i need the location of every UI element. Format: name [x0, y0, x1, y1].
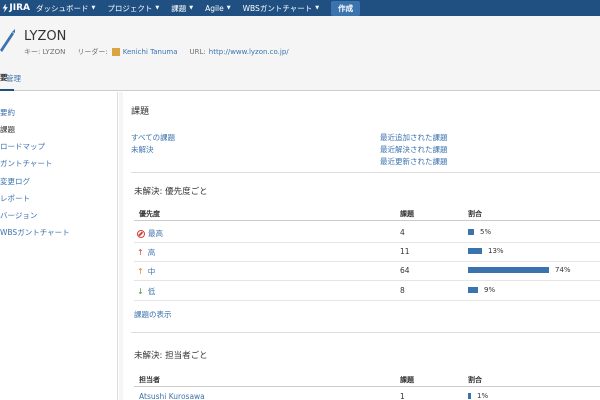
avatar [111, 48, 120, 56]
tab-admin[interactable]: 管理 [0, 66, 27, 91]
assignee-link[interactable]: Atsushi Kurosawa [139, 392, 205, 400]
assignee-count: 1 [400, 392, 405, 400]
nav-projects-label: プロジェクト [107, 3, 153, 13]
unresolved-link[interactable]: 未解決 [131, 144, 154, 155]
nav-dashboard-label: ダッシュボード [36, 3, 89, 13]
jira-logo[interactable]: JIRA [0, 3, 30, 13]
project-header: LYZON キー: LYZON リーダー: Kenichi Tanuma URL… [0, 16, 600, 66]
issues-count-header: 課題 [400, 376, 414, 384]
summary-panel: 課題 すべての課題 未解決 最近追加された課題 最近解決された課題 最近更新され… [123, 92, 600, 400]
project-key: キー: LYZON [24, 48, 66, 56]
priority-highest-cell[interactable]: 最高 [137, 228, 163, 239]
project-name: LYZON [24, 29, 67, 44]
arrow-down-icon: ↓ [137, 286, 144, 296]
assignee-header: 担当者 [139, 376, 160, 384]
recently-resolved-link[interactable]: 最近解決された課題 [380, 144, 448, 155]
sidebar-item-changelog[interactable]: 変更ログ [0, 176, 30, 187]
percentage-label: 13% [488, 247, 504, 255]
sidebar: 要約 課題 ロードマップ ガントチャート 変更ログ レポート バージョン WBS… [0, 92, 118, 400]
project-meta: キー: LYZON リーダー: Kenichi Tanuma URL: http… [24, 47, 301, 57]
priority-label: 高 [147, 248, 156, 257]
project-lead-link[interactable]: Kenichi Tanuma [123, 48, 178, 56]
priority-label: 最高 [148, 229, 163, 238]
row-divider [134, 261, 600, 262]
priority-label: 低 [147, 287, 156, 296]
chevron-down-icon: ▼ [91, 5, 96, 11]
project-lead-label: リーダー: [77, 48, 108, 56]
row-divider [134, 300, 600, 301]
blocker-icon [137, 229, 145, 238]
project-url: URL: http://www.lyzon.co.jp/ [190, 48, 289, 56]
nav-wbs-gantt-label: WBSガントチャート [242, 3, 313, 13]
nav-dashboard[interactable]: ダッシュボード ▼ [30, 3, 101, 14]
sidebar-item-summary[interactable]: 要約 [0, 107, 15, 118]
issues-section-title: 課題 [131, 107, 150, 117]
chevron-down-icon: ▼ [155, 5, 160, 11]
header-divider [134, 386, 600, 387]
priority-label: 中 [147, 267, 156, 276]
percentage-label: 74% [555, 266, 571, 274]
nav-projects[interactable]: プロジェクト ▼ [101, 3, 165, 14]
sidebar-item-issues[interactable]: 課題 [0, 124, 15, 135]
chevron-down-icon: ▼ [189, 5, 194, 11]
percentage-bar [468, 287, 478, 293]
project-rocket-icon [0, 28, 16, 52]
priority-count: 4 [400, 228, 405, 237]
sidebar-item-wbs-gantt[interactable]: WBSガントチャート [0, 227, 70, 238]
percentage-label: 9% [484, 286, 496, 294]
project-url-label: URL: [189, 48, 206, 56]
priority-count: 11 [400, 247, 410, 256]
percentage-header: 割合 [468, 376, 482, 384]
nav-issues-label: 課題 [171, 3, 187, 13]
percentage-bar [468, 267, 549, 273]
main-content: 課題 すべての課題 未解決 最近追加された課題 最近解決された課題 最近更新され… [119, 92, 600, 400]
project-tabs: 要 管理 [0, 66, 600, 91]
priority-count: 8 [400, 286, 405, 295]
divider [131, 172, 600, 173]
divider [131, 332, 600, 333]
priority-medium-cell[interactable]: ↑ 中 [137, 266, 155, 277]
row-divider [134, 280, 600, 281]
header-divider [134, 220, 600, 221]
nav-issues[interactable]: 課題 ▼ [165, 3, 199, 14]
project-url-link[interactable]: http://www.lyzon.co.jp/ [209, 48, 289, 56]
chevron-down-icon: ▼ [226, 5, 231, 11]
create-button[interactable]: 作成 [331, 0, 361, 16]
percentage-bar [468, 393, 471, 399]
percentage-label: 5% [480, 228, 492, 236]
sidebar-item-gantt[interactable]: ガントチャート [0, 158, 52, 169]
nav-agile-label: Agile [205, 3, 224, 13]
sidebar-item-versions[interactable]: バージョン [0, 210, 37, 221]
nav-agile[interactable]: Agile ▼ [199, 4, 237, 13]
priority-count: 64 [400, 266, 410, 275]
recently-updated-link[interactable]: 最近更新された課題 [380, 156, 448, 167]
all-issues-link[interactable]: すべての課題 [131, 132, 175, 143]
recently-added-link[interactable]: 最近追加された課題 [380, 132, 448, 143]
priority-section-title: 未解決: 優先度ごと [134, 187, 208, 197]
chevron-down-icon: ▼ [315, 5, 320, 11]
issues-count-header: 課題 [400, 210, 414, 218]
priority-low-cell[interactable]: ↓ 低 [137, 286, 155, 297]
sidebar-item-roadmap[interactable]: ロードマップ [0, 141, 45, 152]
arrow-up-icon: ↑ [137, 247, 144, 257]
assignee-section-title: 未解決: 担当者ごと [134, 351, 208, 361]
view-issues-link[interactable]: 課題の表示 [134, 309, 172, 320]
percentage-bar [468, 229, 474, 235]
percentage-label: 1% [477, 392, 489, 400]
percentage-header: 割合 [468, 210, 482, 218]
sidebar-item-reports[interactable]: レポート [0, 193, 30, 204]
nav-wbs-gantt[interactable]: WBSガントチャート ▼ [237, 3, 325, 14]
priority-high-cell[interactable]: ↑ 高 [137, 247, 155, 258]
arrow-up-icon: ↑ [137, 266, 144, 276]
project-lead: リーダー: Kenichi Tanuma [77, 47, 178, 57]
jira-logo-text: JIRA [9, 3, 30, 13]
priority-header: 優先度 [139, 210, 160, 218]
jira-bolt-icon [2, 3, 8, 13]
row-divider [134, 242, 600, 243]
percentage-bar [468, 248, 482, 254]
top-navigation-bar: JIRA ダッシュボード ▼ プロジェクト ▼ 課題 ▼ Agile ▼ WBSガントチ… [0, 0, 600, 16]
